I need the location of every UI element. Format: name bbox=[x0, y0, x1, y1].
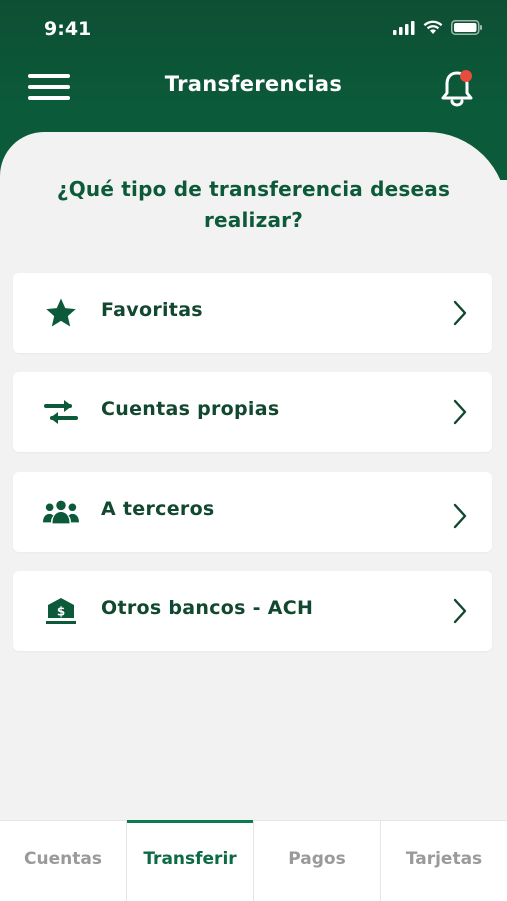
status-bar: 9:41 bbox=[0, 0, 507, 60]
notification-badge bbox=[460, 70, 472, 82]
signal-icon bbox=[393, 20, 415, 35]
nav-bar: Transferencias bbox=[0, 60, 507, 116]
tab-pagos[interactable]: Pagos bbox=[253, 821, 380, 901]
battery-icon bbox=[451, 20, 482, 35]
tab-bar: Cuentas Transferir Pagos Tarjetas bbox=[0, 820, 507, 901]
tab-tarjetas[interactable]: Tarjetas bbox=[380, 821, 507, 901]
option-cuentas-propias[interactable]: Cuentas propias bbox=[13, 372, 492, 452]
status-time: 9:41 bbox=[44, 18, 92, 40]
main-content: ¿Qué tipo de transferencia deseas realiz… bbox=[0, 132, 507, 820]
notification-bell-icon[interactable] bbox=[439, 68, 475, 108]
chevron-right-icon bbox=[453, 598, 467, 624]
people-icon bbox=[43, 494, 79, 530]
option-label: Favoritas bbox=[101, 299, 203, 321]
tab-cuentas[interactable]: Cuentas bbox=[0, 821, 126, 901]
option-a-terceros[interactable]: A terceros bbox=[13, 472, 492, 552]
chevron-right-icon bbox=[453, 503, 467, 529]
option-otros-bancos-ach[interactable]: $ Otros bancos - ACH bbox=[13, 571, 492, 651]
option-label: A terceros bbox=[101, 498, 215, 520]
question-heading: ¿Qué tipo de transferencia deseas realiz… bbox=[56, 177, 451, 232]
tab-transferir[interactable]: Transferir bbox=[126, 820, 253, 901]
chevron-right-icon bbox=[453, 399, 467, 425]
option-favoritas[interactable]: Favoritas bbox=[13, 273, 492, 353]
chevron-right-icon bbox=[453, 300, 467, 326]
wifi-icon bbox=[423, 20, 443, 34]
status-icons bbox=[393, 20, 483, 35]
option-label: Otros bancos - ACH bbox=[101, 597, 314, 619]
bank-icon: $ bbox=[43, 593, 79, 629]
option-label: Cuentas propias bbox=[101, 398, 280, 420]
star-icon bbox=[43, 295, 79, 331]
svg-text:$: $ bbox=[57, 605, 65, 619]
page-title: Transferencias bbox=[164, 72, 343, 96]
swap-arrows-icon bbox=[43, 394, 79, 430]
